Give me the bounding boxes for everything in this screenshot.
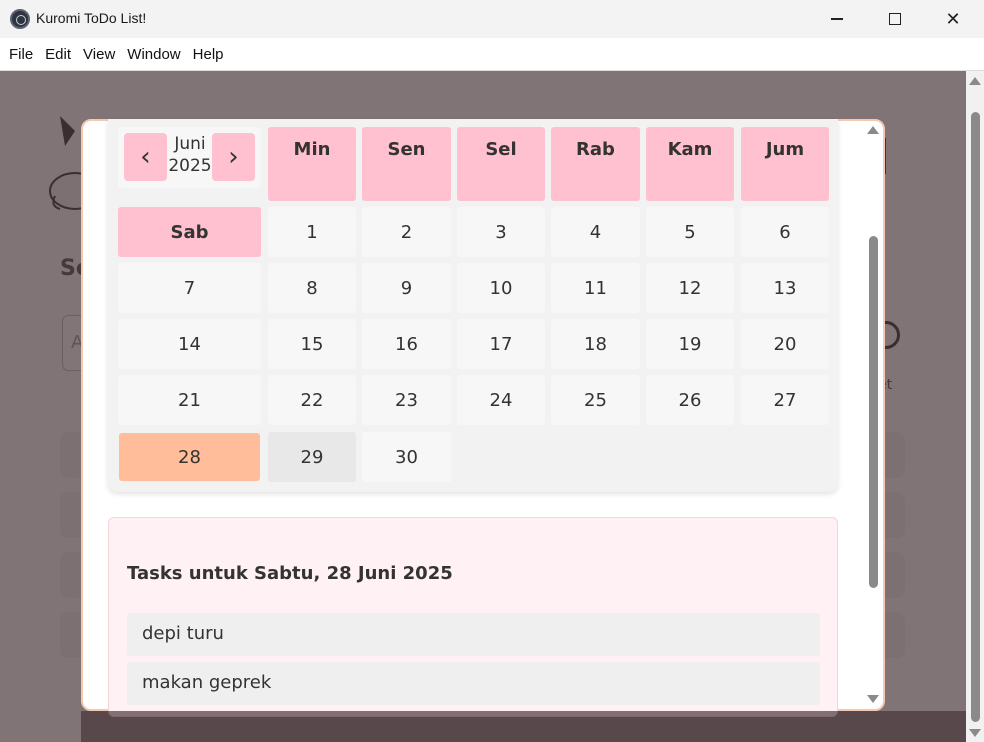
maximize-icon xyxy=(889,13,901,25)
day-cell[interactable]: 17 xyxy=(457,319,545,369)
backdrop-spacer xyxy=(0,711,81,742)
month-label: Juni xyxy=(174,134,206,154)
day-cell-selected[interactable]: 28 xyxy=(119,433,260,481)
day-cell[interactable]: 19 xyxy=(646,319,734,369)
close-icon: ✕ xyxy=(945,8,961,30)
day-cell[interactable]: 9 xyxy=(362,263,451,313)
day-cell[interactable]: 3 xyxy=(457,207,545,257)
menu-window[interactable]: Window xyxy=(122,46,185,63)
modal-scroll-down-icon[interactable] xyxy=(867,695,879,703)
day-cell[interactable]: 15 xyxy=(268,319,356,369)
day-cell[interactable]: 11 xyxy=(551,263,640,313)
title-bar: Kuromi ToDo List! ✕ xyxy=(0,0,984,38)
day-cell[interactable]: 20 xyxy=(741,319,829,369)
weekday-header-sen: Sen xyxy=(362,127,451,201)
tasks-heading: Tasks untuk Sabtu, 28 Juni 2025 xyxy=(127,563,453,584)
day-cell[interactable]: 12 xyxy=(646,263,734,313)
menu-help[interactable]: Help xyxy=(188,46,229,63)
window-title: Kuromi ToDo List! xyxy=(36,10,147,26)
weekday-header-sab: Sab xyxy=(118,207,261,257)
modal-scrollbar-thumb[interactable] xyxy=(869,236,878,588)
day-cell[interactable]: 26 xyxy=(646,375,734,425)
day-cell[interactable]: 23 xyxy=(362,375,451,425)
day-cell[interactable]: 1 xyxy=(268,207,356,257)
chevron-left-icon: ‹ xyxy=(140,142,151,172)
app-logo-icon xyxy=(10,9,30,29)
weekday-header-rab: Rab xyxy=(551,127,640,201)
menu-view[interactable]: View xyxy=(78,46,120,63)
day-cell[interactable]: 7 xyxy=(118,263,261,313)
backdrop-bottom xyxy=(81,711,966,742)
day-cell[interactable]: 8 xyxy=(268,263,356,313)
weekday-header-min: Min xyxy=(268,127,356,201)
month-year-label: Juni 2025 xyxy=(167,133,213,177)
day-cell[interactable]: 14 xyxy=(118,319,261,369)
day-cell[interactable]: 10 xyxy=(457,263,545,313)
day-cell[interactable]: 22 xyxy=(268,375,356,425)
day-cell[interactable]: 24 xyxy=(457,375,545,425)
day-cell[interactable]: 30 xyxy=(362,432,451,482)
day-cell[interactable]: 16 xyxy=(362,319,451,369)
chevron-right-icon: › xyxy=(228,142,239,172)
day-cell[interactable]: 27 xyxy=(741,375,829,425)
menu-bar: File Edit View Window Help xyxy=(0,38,984,71)
window-scrollbar-thumb[interactable] xyxy=(971,112,980,722)
day-cell[interactable]: 13 xyxy=(741,263,829,313)
day-cell[interactable]: 5 xyxy=(646,207,734,257)
menu-edit[interactable]: Edit xyxy=(40,46,76,63)
task-item[interactable]: makan geprek xyxy=(127,662,820,705)
weekday-header-jum: Jum xyxy=(741,127,829,201)
weekday-header-sel: Sel xyxy=(457,127,545,201)
minimize-icon xyxy=(831,18,843,20)
year-label: 2025 xyxy=(168,156,212,176)
day-cell[interactable]: 6 xyxy=(741,207,829,257)
day-cell[interactable]: 4 xyxy=(551,207,640,257)
day-cell[interactable]: 2 xyxy=(362,207,451,257)
weekday-header-kam: Kam xyxy=(646,127,734,201)
maximize-button[interactable] xyxy=(866,0,924,38)
next-month-button[interactable]: › xyxy=(212,133,255,181)
prev-month-button[interactable]: ‹ xyxy=(124,133,167,181)
modal-scroll-up-icon[interactable] xyxy=(867,126,879,134)
task-item[interactable]: depi turu xyxy=(127,613,820,656)
close-button[interactable]: ✕ xyxy=(924,0,982,38)
minimize-button[interactable] xyxy=(808,0,866,38)
scroll-down-arrow-icon[interactable] xyxy=(969,729,981,737)
day-cell[interactable]: 18 xyxy=(551,319,640,369)
day-cell[interactable]: 25 xyxy=(551,375,640,425)
day-cell[interactable]: 21 xyxy=(118,375,261,425)
menu-file[interactable]: File xyxy=(4,46,38,63)
day-cell-hover[interactable]: 29 xyxy=(268,432,356,482)
scroll-up-arrow-icon[interactable] xyxy=(969,77,981,85)
